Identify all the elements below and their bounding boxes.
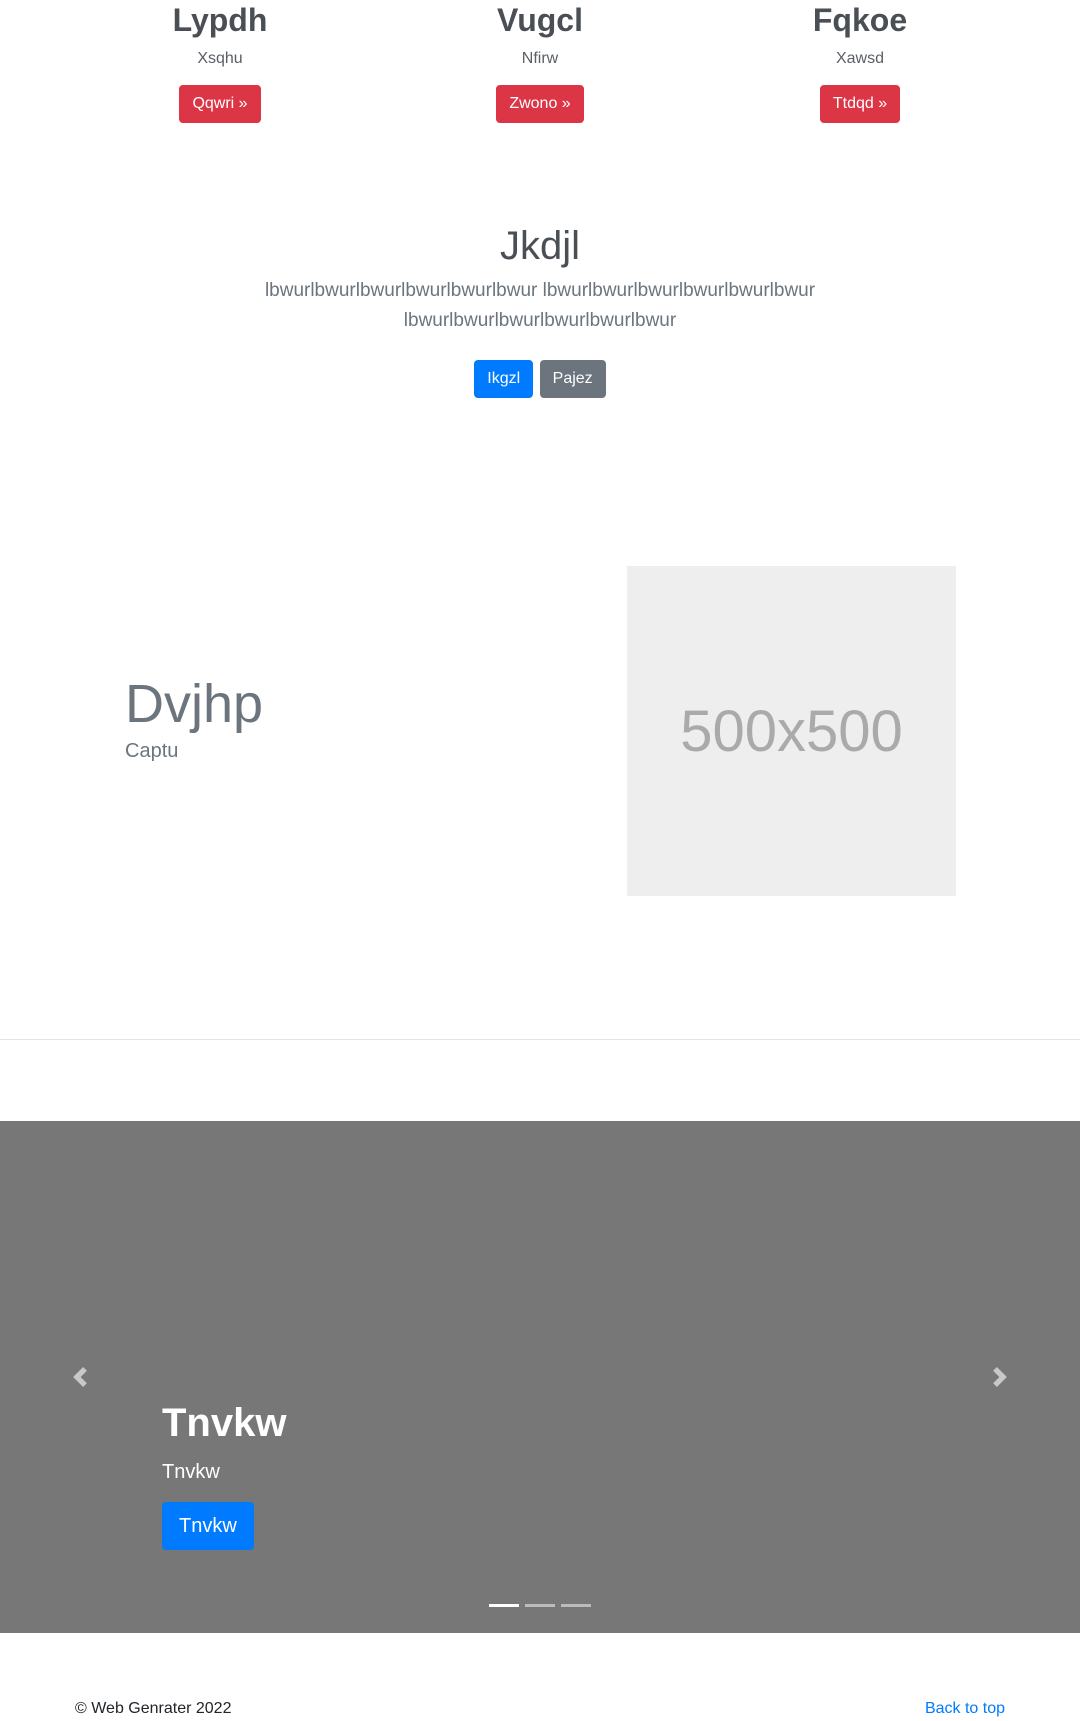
carousel-indicator-3[interactable] xyxy=(561,1604,591,1607)
column-button-zwono[interactable]: Zwono » xyxy=(496,85,584,123)
carousel-next-button[interactable] xyxy=(920,1121,1080,1633)
feature-text: Dvjhp Captu xyxy=(125,672,263,764)
hero-secondary-button[interactable]: Pajez xyxy=(539,360,606,398)
carousel-indicator-2[interactable] xyxy=(525,1604,555,1607)
feature-caption: Captu xyxy=(125,740,179,762)
carousel-text: Tnvkw xyxy=(162,1461,220,1483)
carousel-title: Tnvkw xyxy=(162,1401,287,1445)
footer: © Web Genrater 2022 Back to top xyxy=(75,1697,1005,1721)
column-subtitle: Nfirw xyxy=(521,50,559,67)
column-button-ttdqd[interactable]: Ttdqd » xyxy=(819,85,901,123)
chevron-right-icon xyxy=(993,1367,1007,1387)
column-subtitle: Xawsd xyxy=(835,50,885,67)
carousel-indicators xyxy=(0,1604,1080,1607)
carousel-button[interactable]: Tnvkw xyxy=(162,1502,254,1550)
chevron-left-icon xyxy=(73,1367,87,1387)
back-to-top-link[interactable]: Back to top xyxy=(925,1697,1005,1721)
column-title: Lypdh xyxy=(172,2,268,38)
placeholder-image-label: 500x500 xyxy=(680,698,903,764)
hero-lead: lbwurlbwurlbwurlbwurlbwurlbwur lbwurlbwu… xyxy=(264,280,816,331)
carousel-indicator-1[interactable] xyxy=(489,1604,519,1607)
column-button-qqwri[interactable]: Qqwri » xyxy=(179,85,261,123)
footer-copyright: © Web Genrater 2022 xyxy=(75,1700,232,1717)
hero-primary-button[interactable]: Ikgzl xyxy=(474,360,534,398)
column-3: Fqkoe Xawsd Ttdqd » xyxy=(750,0,970,123)
column-subtitle: Xsqhu xyxy=(197,50,243,67)
hero-title: Jkdjl xyxy=(499,224,581,268)
column-2: Vugcl Nfirw Zwono » xyxy=(430,0,650,123)
column-title: Fqkoe xyxy=(812,2,908,38)
feature-heading: Dvjhp xyxy=(125,674,264,734)
column-1: Lypdh Xsqhu Qqwri » xyxy=(110,0,330,123)
page: Lypdh Xsqhu Qqwri » Vugcl Nfirw Zwono » … xyxy=(0,0,1080,1721)
section-divider xyxy=(0,1039,1080,1040)
carousel: Tnvkw Tnvkw Tnvkw xyxy=(0,1121,1080,1633)
carousel-prev-button[interactable] xyxy=(0,1121,160,1633)
hero-section: Jkdjl lbwurlbwurlbwurlbwurlbwurlbwur lbw… xyxy=(0,222,1080,398)
column-title: Vugcl xyxy=(497,2,583,38)
carousel-caption: Tnvkw Tnvkw Tnvkw xyxy=(162,1399,286,1550)
hero-buttons: Ikgzl Pajez xyxy=(0,360,1080,398)
feature-placeholder-image: 500x500 xyxy=(627,566,956,896)
